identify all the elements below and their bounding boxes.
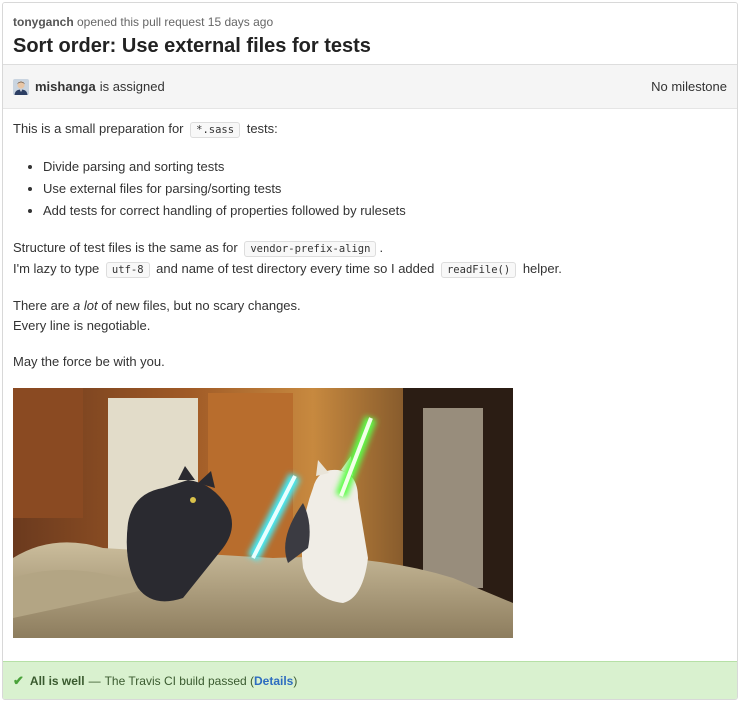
list-item: Add tests for correct handling of proper… [43, 200, 727, 222]
force-paragraph: May the force be with you. [13, 352, 727, 372]
intro-text: This is a small preparation for [13, 121, 184, 136]
lazy-mid-text: and name of test directory every time so… [156, 261, 435, 276]
structure-text: Structure of test files is the same as f… [13, 240, 238, 255]
lazy-text: I'm lazy to type [13, 261, 100, 276]
inline-code-vendor: vendor-prefix-align [244, 241, 377, 257]
details-link[interactable]: Details [254, 674, 293, 688]
negotiable-text: Every line is negotiable. [13, 318, 151, 333]
assigned-text: is assigned [99, 79, 165, 94]
opened-line: tonyganch opened this pull request 15 da… [13, 14, 727, 30]
files-paragraph: There are a lot of new files, but no sca… [13, 296, 727, 336]
lazy-suffix: helper. [522, 261, 562, 276]
milestone-label[interactable]: No milestone [651, 79, 727, 94]
inline-code-readfile: readFile() [440, 262, 517, 278]
opened-text: opened this pull request 15 days ago [73, 15, 274, 29]
pr-description: This is a small preparation for *.sass t… [3, 109, 737, 638]
check-icon: ✔ [13, 672, 24, 688]
task-list: Divide parsing and sorting tests Use ext… [13, 156, 727, 222]
force-text: May the force be with you. [13, 354, 165, 369]
intro-suffix: tests: [246, 121, 278, 136]
inline-code-utf8: utf-8 [105, 262, 150, 278]
status-message: The Travis CI build passed ( [104, 673, 254, 688]
pr-header: tonyganch opened this pull request 15 da… [3, 3, 737, 65]
intro-paragraph: This is a small preparation for *.sass t… [13, 119, 727, 140]
files-suffix: of new files, but no scary changes. [101, 298, 301, 313]
structure-suffix: . [379, 240, 384, 255]
list-item: Use external files for parsing/sorting t… [43, 178, 727, 200]
page-title: Sort order: Use external files for tests [13, 35, 371, 57]
structure-paragraph: Structure of test files is the same as f… [13, 238, 727, 280]
status-close: ) [293, 673, 298, 688]
status-dash: — [88, 673, 101, 688]
status-headline: All is well [29, 673, 85, 688]
inline-code-sass: *.sass [190, 122, 241, 138]
avatar-icon[interactable] [13, 78, 29, 95]
files-emphasis: a lot [73, 298, 98, 313]
build-status-bar: ✔ All is well — The Travis CI build pass… [3, 661, 737, 699]
list-item: Divide parsing and sorting tests [43, 156, 727, 178]
files-text: There are [13, 298, 70, 313]
pull-request-box: tonyganch opened this pull request 15 da… [2, 2, 738, 700]
author-link[interactable]: tonyganch [13, 15, 74, 29]
meta-bar: mishanga is assigned No milestone [3, 65, 737, 109]
assignee-link[interactable]: mishanga [35, 79, 96, 94]
lightsaber-cats-image [13, 388, 513, 638]
